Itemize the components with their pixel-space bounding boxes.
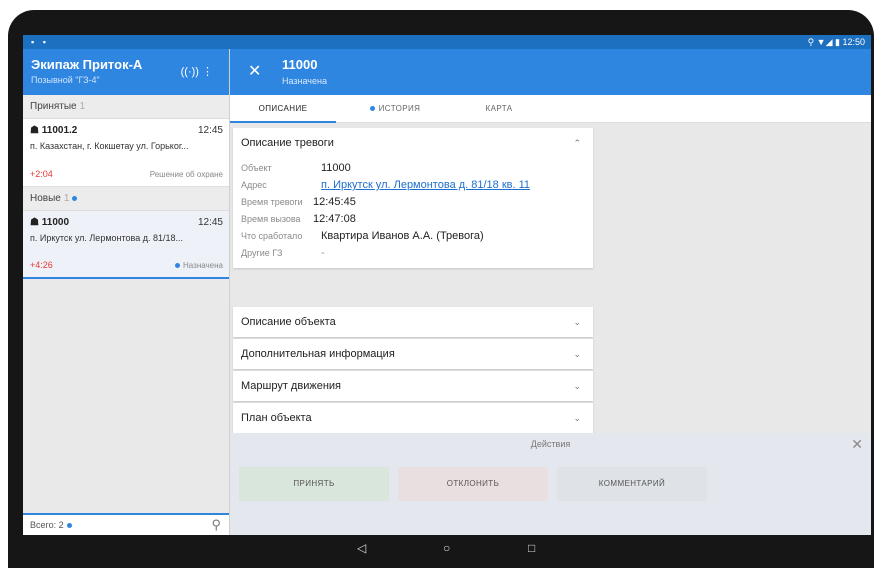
chevron-down-icon: ⌄	[573, 381, 581, 391]
detail-value: -	[321, 247, 325, 259]
chevron-down-icon: ⌄	[573, 349, 581, 359]
decline-button[interactable]: ОТКЛОНИТЬ	[398, 467, 548, 501]
alarm-number-value: 11001.2	[41, 125, 78, 136]
alarm-address: п. Казахстан, г. Кокшетау ул. Горьког...	[30, 141, 189, 151]
detail-row: Время тревоги 12:45:45	[241, 192, 585, 209]
tab-history-label: ИСТОРИЯ	[378, 104, 421, 113]
status-icons: ⚲ ▼◢ ▮ 12:50	[808, 37, 865, 48]
section-accepted-label: Принятые	[30, 101, 77, 112]
alarm-card-selected[interactable]: ☗ 11000 12:45 п. Иркутск ул. Лермонтова …	[23, 211, 229, 279]
detail-value: Квартира Иванов А.А. (Тревога)	[321, 230, 484, 242]
detail-status: Назначена	[282, 76, 327, 86]
alarm-card[interactable]: ☗ 11001.2 12:45 п. Казахстан, г. Кокшета…	[23, 119, 229, 187]
alarm-time: 12:45	[197, 125, 223, 136]
panel-title: Дополнительная информация	[241, 348, 395, 360]
map-pin-icon[interactable]: ⚲	[211, 517, 221, 533]
android-nav-bar: ◁ ○ □	[23, 535, 871, 563]
detail-tabs: ОПИСАНИЕ ИСТОРИЯ КАРТА	[230, 95, 871, 123]
home-icon[interactable]: ○	[443, 541, 450, 555]
additional-info-panel[interactable]: Дополнительная информация ⌄	[233, 339, 593, 369]
alarm-state-label: Назначена	[183, 261, 223, 270]
recents-icon[interactable]: □	[528, 541, 535, 555]
signal-battery-icons: ⚲ ▼◢ ▮	[807, 37, 840, 47]
total-count: Всего: 2	[30, 520, 64, 530]
alarm-number: ☗ 11000	[30, 217, 70, 228]
crew-header: Экипаж Приток-А Позывной "ГЗ-4" ((·)) ⋮	[23, 49, 229, 95]
panel-header: План объекта ⌄	[233, 403, 593, 433]
alarm-description-panel: Описание тревоги ⌃ Объект 11000 Адрес п. И…	[233, 128, 593, 268]
back-icon[interactable]: ◁	[357, 541, 366, 555]
actions-header: Действия ✕	[230, 433, 871, 455]
panel-header: Маршрут движения ⌄	[233, 371, 593, 401]
panel-title: Описание объекта	[241, 316, 336, 328]
alarm-elapsed: +4:26	[30, 260, 53, 270]
unread-dot-icon	[369, 106, 375, 112]
alarm-time: 12:45	[197, 217, 223, 228]
panel-title: Маршрут движения	[241, 380, 341, 392]
alarm-address: п. Иркутск ул. Лермонтова д. 81/18...	[30, 233, 183, 243]
comment-button[interactable]: КОММЕНТАРИЙ	[557, 467, 707, 501]
list-footer: Всего: 2 ⚲	[23, 513, 229, 535]
panel-header: Описание объекта ⌄	[233, 307, 593, 337]
alarm-number-value: 11000	[41, 217, 70, 228]
chevron-down-icon: ⌄	[573, 317, 581, 327]
panel-title: План объекта	[241, 412, 312, 424]
section-accepted[interactable]: Принятые 1	[23, 95, 229, 119]
tab-map[interactable]: КАРТА	[454, 95, 544, 123]
object-description-panel[interactable]: Описание объекта ⌄	[233, 307, 593, 337]
crew-title: Экипаж Приток-А	[31, 57, 143, 72]
section-new-count: 1	[63, 193, 70, 204]
detail-label: Другие ГЗ	[241, 248, 283, 258]
status-dot-icon	[175, 263, 181, 269]
panel-title: Описание тревоги	[241, 137, 334, 149]
close-icon[interactable]: ✕	[248, 61, 261, 81]
unread-dot-icon	[72, 195, 78, 201]
close-icon[interactable]: ✕	[851, 433, 863, 455]
notification-icons: ▪ ▪	[31, 37, 49, 47]
crew-callsign: Позывной "ГЗ-4"	[31, 75, 100, 85]
alarm-state: Решение об охране	[149, 170, 223, 179]
chevron-down-icon: ⌄	[573, 413, 581, 423]
section-accepted-count: 1	[79, 101, 86, 112]
alarm-list-pane: Экипаж Приток-А Позывной "ГЗ-4" ((·)) ⋮ …	[23, 49, 229, 535]
actions-panel: Действия ✕ ПРИНЯТЬ ОТКЛОНИТЬ КОММЕНТАРИЙ	[230, 433, 871, 535]
tab-history[interactable]: ИСТОРИЯ	[336, 95, 454, 123]
section-new[interactable]: Новые 1	[23, 187, 229, 211]
alarm-detail-pane: ✕ 11000 Назначена ОПИСАНИЕ ИСТОРИЯ КАРТА…	[230, 49, 871, 535]
chevron-up-icon: ⌃	[573, 138, 581, 148]
tab-description[interactable]: ОПИСАНИЕ	[230, 95, 336, 123]
alarm-details: Объект 11000 Адрес п. Иркутск ул. Лермонто…	[233, 158, 593, 268]
status-bar: ▪ ▪ ⚲ ▼◢ ▮ 12:50	[23, 35, 871, 49]
detail-row: Адрес п. Иркутск ул. Лермонтова д. 81/18 …	[241, 175, 585, 192]
route-panel[interactable]: Маршрут движения ⌄	[233, 371, 593, 401]
panel-header: Дополнительная информация ⌄	[233, 339, 593, 369]
alarm-elapsed: +2:04	[30, 169, 53, 179]
actions-title: Действия	[530, 439, 571, 449]
panel-header[interactable]: Описание тревоги ⌃	[233, 128, 593, 158]
alarm-state: Назначена	[175, 261, 223, 270]
detail-header: ✕ 11000 Назначена	[230, 49, 871, 95]
unread-dot-icon	[66, 523, 72, 529]
detail-row: Другие ГЗ -	[241, 243, 585, 260]
clock: 12:50	[842, 37, 865, 47]
alarm-number: ☗ 11001.2	[30, 125, 78, 136]
accept-button[interactable]: ПРИНЯТЬ	[239, 467, 389, 501]
detail-row: Время вызова 12:47:08	[241, 209, 585, 226]
header-actions[interactable]: ((·)) ⋮	[181, 65, 213, 78]
detail-row: Объект 11000	[241, 158, 585, 175]
detail-title: 11000	[282, 57, 318, 72]
floor-plan-panel[interactable]: План объекта ⌄	[233, 403, 593, 433]
screen: ▪ ▪ ⚲ ▼◢ ▮ 12:50 Экипаж Приток-А Позывно…	[23, 35, 871, 535]
section-new-label: Новые	[30, 193, 61, 204]
detail-row: Что сработало Квартира Иванов А.А. (Трево…	[241, 226, 585, 243]
